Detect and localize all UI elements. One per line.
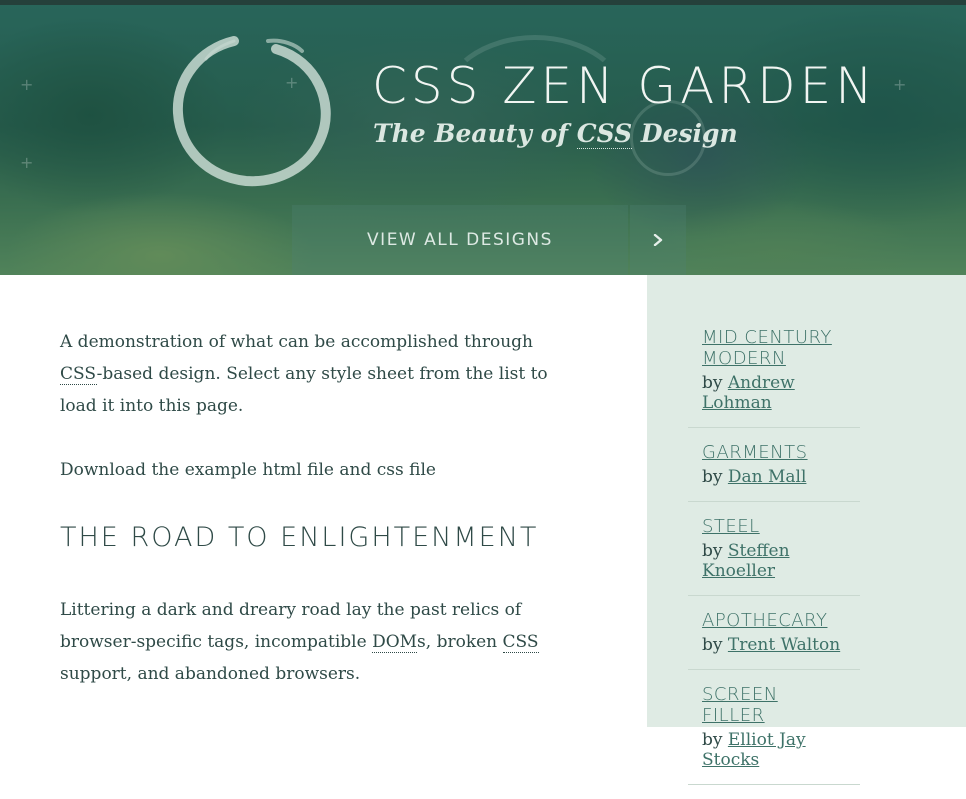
- enso-logo-icon: [172, 36, 331, 187]
- chevron-right-icon: [653, 234, 663, 246]
- main-content: A demonstration of what can be accomplis…: [60, 326, 580, 722]
- design-author: by Andrew Lohman: [702, 373, 846, 413]
- designer-link[interactable]: Dan Mall: [728, 467, 807, 487]
- design-author: by Steffen Knoeller: [702, 541, 846, 581]
- design-author: by Dan Mall: [702, 467, 846, 487]
- designer-link[interactable]: Trent Walton: [728, 635, 840, 655]
- design-list-item: GARMENTS by Dan Mall: [688, 442, 860, 502]
- site-tagline: The Beauty of CSS Design: [373, 119, 738, 149]
- explanation-text: s, broken: [417, 632, 503, 652]
- crosshair-decoration: +: [893, 75, 907, 94]
- tagline-abbr: CSS: [576, 119, 633, 149]
- section-heading: THE ROAD TO ENLIGHTENMENT: [60, 522, 539, 553]
- crosshair-decoration: +: [20, 153, 34, 172]
- css-abbr: CSS: [502, 632, 539, 653]
- design-name-link[interactable]: MID CENTURY MODERN: [702, 327, 846, 369]
- design-list-item: SCREEN FILLER by Elliot Jay Stocks: [688, 684, 860, 785]
- design-name-link[interactable]: APOTHECARY: [702, 610, 846, 631]
- intro-paragraph: A demonstration of what can be accomplis…: [60, 326, 580, 422]
- dom-abbr: DOM: [372, 632, 418, 653]
- intro-text: A demonstration of what can be accomplis…: [60, 332, 533, 352]
- design-list-item: APOTHECARY by Trent Walton: [688, 610, 860, 670]
- design-list: MID CENTURY MODERN by Andrew Lohman GARM…: [688, 327, 860, 799]
- by-label: by: [702, 467, 728, 487]
- design-author: by Elliot Jay Stocks: [702, 730, 846, 770]
- design-selection-sidebar: MID CENTURY MODERN by Andrew Lohman GARM…: [647, 275, 966, 785]
- tagline-text: Design: [632, 119, 738, 148]
- intro-text: -based design. Select any style sheet fr…: [60, 364, 548, 416]
- by-label: by: [702, 541, 728, 561]
- tagline-text: The Beauty of: [373, 119, 577, 148]
- by-label: by: [702, 373, 728, 393]
- view-all-designs-arrow-button[interactable]: [630, 205, 686, 275]
- explanation-text: support, and abandoned browsers.: [60, 664, 361, 684]
- crosshair-decoration: +: [20, 75, 34, 94]
- header-banner: + + + + CSS ZEN GARDEN The Beauty of CSS…: [0, 5, 966, 275]
- design-name-link[interactable]: GARMENTS: [702, 442, 846, 463]
- explanation-paragraph: Littering a dark and dreary road lay the…: [60, 594, 580, 690]
- by-label: by: [702, 730, 728, 750]
- download-paragraph: Download the example html file and css f…: [60, 460, 436, 480]
- design-author: by Trent Walton: [702, 635, 846, 655]
- site-title: CSS ZEN GARDEN: [372, 57, 877, 115]
- view-all-designs-label: VIEW ALL DESIGNS: [367, 230, 553, 250]
- design-list-item: MID CENTURY MODERN by Andrew Lohman: [688, 327, 860, 428]
- css-abbr: CSS: [60, 364, 97, 385]
- design-list-item: STEEL by Steffen Knoeller: [688, 516, 860, 596]
- view-all-designs-button[interactable]: VIEW ALL DESIGNS: [292, 205, 628, 275]
- by-label: by: [702, 635, 728, 655]
- design-name-link[interactable]: STEEL: [702, 516, 846, 537]
- design-name-link[interactable]: SCREEN FILLER: [702, 684, 846, 726]
